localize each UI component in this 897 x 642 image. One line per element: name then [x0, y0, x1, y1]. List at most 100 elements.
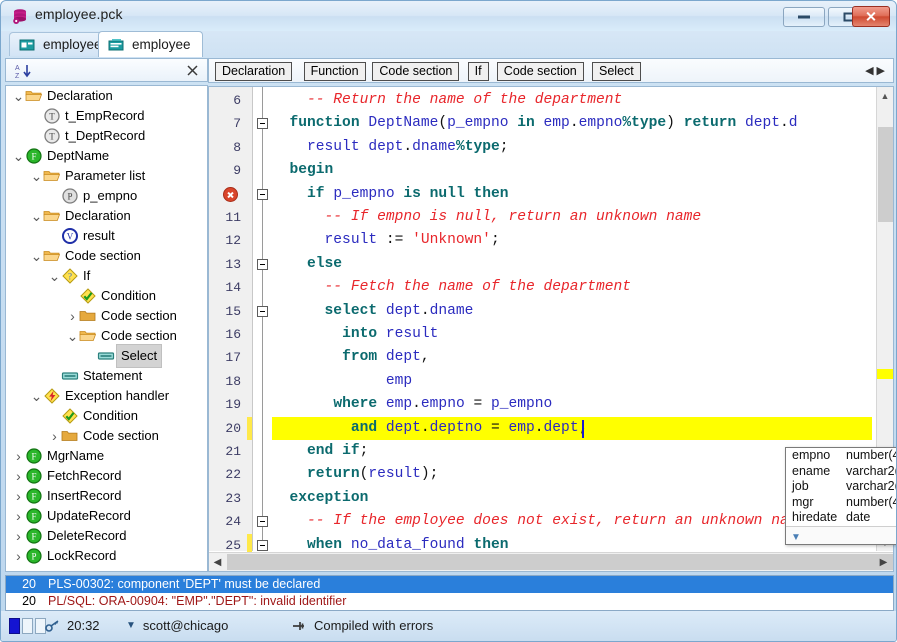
tree-node-code-section[interactable]: › Code section — [6, 306, 207, 326]
fold-toggle[interactable] — [257, 118, 268, 130]
code-line[interactable]: and dept.deptno = emp.dept; — [272, 416, 872, 440]
error-row[interactable]: 20 PLS-00302: component 'DEPT' must be de… — [6, 576, 893, 593]
chevron-right-icon[interactable]: › — [12, 526, 25, 546]
tree-node-mgrname[interactable]: › F MgrName — [6, 446, 207, 466]
tree-node-parameter-list[interactable]: ⌄ Parameter list — [6, 166, 207, 186]
sort-az-icon[interactable]: A Z — [15, 63, 33, 79]
autocomplete-list[interactable]: empno number(4) ename varchar2(10) job varcha… — [786, 448, 896, 525]
scroll-right-arrow[interactable]: ▶ — [875, 553, 892, 571]
chevron-right-icon[interactable]: › — [12, 466, 25, 486]
tree-node-deptname[interactable]: ⌄ F DeptName — [6, 146, 207, 166]
breadcrumb-scroll-arrows[interactable]: ◀▶ — [865, 64, 888, 77]
tree-node-insertrecord[interactable]: › F InsertRecord — [6, 486, 207, 506]
tree-node-fetchrecord[interactable]: › F FetchRecord — [6, 466, 207, 486]
code-line[interactable]: result dept.dname%type; — [272, 136, 876, 159]
tree-node-condition[interactable]: Condition — [6, 406, 207, 426]
chevron-right-icon[interactable]: › — [12, 446, 25, 466]
autocomplete-item[interactable]: job varchar2(9) — [786, 479, 896, 495]
chevron-down-icon[interactable]: ⌄ — [12, 146, 25, 166]
breadcrumb-select-5[interactable]: Select — [592, 62, 641, 81]
tree-node-t-deptrecord[interactable]: Tt_DeptRecord — [6, 126, 207, 146]
title-bar: employee.pck ✕ — [1, 1, 896, 31]
error-marker-icon[interactable] — [223, 186, 238, 202]
scroll-left-arrow[interactable]: ◀ — [209, 553, 226, 571]
code-line[interactable]: where emp.empno = p_empno — [272, 393, 876, 416]
chevron-down-icon[interactable]: ⌄ — [30, 166, 43, 186]
status-time[interactable]: 20:32 — [45, 618, 100, 633]
editor-horizontal-scrollbar[interactable]: ◀ ▶ — [209, 552, 893, 571]
autocomplete-item[interactable]: empno number(4) — [786, 448, 896, 464]
code-line[interactable]: into result — [272, 323, 876, 346]
tree-node-declaration[interactable]: ⌄ Declaration — [6, 86, 207, 106]
tree-node-code-section[interactable]: ⌄ Code section — [6, 326, 207, 346]
status-connection[interactable]: ▼ scott@chicago — [126, 618, 228, 633]
close-icon[interactable] — [184, 62, 201, 79]
chevron-down-icon[interactable]: ⌄ — [48, 266, 61, 286]
close-button[interactable]: ✕ — [852, 6, 890, 27]
tree-node-condition[interactable]: Condition — [6, 286, 207, 306]
scroll-up-arrow[interactable]: ▲ — [877, 87, 893, 104]
vertical-scroll-thumb[interactable] — [878, 127, 893, 222]
fold-toggle[interactable] — [257, 258, 268, 270]
fold-toggle[interactable] — [257, 188, 268, 200]
autocomplete-item[interactable]: ename varchar2(10) — [786, 464, 896, 480]
tree-node-lockrecord[interactable]: › P LockRecord — [6, 546, 207, 566]
chevron-right-icon[interactable]: › — [12, 506, 25, 526]
breadcrumb-if-3[interactable]: If — [467, 62, 489, 81]
code-line[interactable]: result := 'Unknown'; — [272, 229, 876, 252]
tree-node-code-section[interactable]: › Code section — [6, 426, 207, 446]
code-line[interactable]: begin — [272, 159, 876, 182]
autocomplete-item[interactable]: mgr number(4) — [786, 495, 896, 511]
breadcrumb-code-section-4[interactable]: Code section — [496, 62, 584, 81]
code-line[interactable]: else — [272, 253, 876, 276]
tab-employee-body[interactable]: employee — [98, 31, 203, 57]
code-line[interactable]: from dept, — [272, 346, 876, 369]
chevron-right-icon[interactable]: › — [48, 426, 61, 446]
autocomplete-item[interactable]: hiredate date — [786, 510, 896, 525]
tree-node-updaterecord[interactable]: › F UpdateRecord — [6, 506, 207, 526]
tree-node-statement[interactable]: Statement — [6, 366, 207, 386]
autocomplete-popup[interactable]: empno number(4) ename varchar2(10) job varcha… — [785, 447, 896, 545]
chevron-right-icon[interactable]: › — [12, 546, 25, 566]
code-line[interactable]: select dept.dname — [272, 300, 876, 323]
code-folding-gutter[interactable] — [254, 87, 272, 551]
horizontal-scroll-thumb[interactable] — [227, 554, 893, 570]
tree-node-if[interactable]: ⌄ ? If — [6, 266, 207, 286]
tree-node-p-empno[interactable]: Pp_empno — [6, 186, 207, 206]
breadcrumb-code-section-2[interactable]: Code section — [372, 62, 460, 81]
fold-toggle[interactable] — [257, 516, 268, 528]
error-row[interactable]: 20 PL/SQL: ORA-00904: "EMP"."DEPT": inval… — [6, 593, 893, 610]
code-line[interactable]: -- Return the name of the department — [272, 89, 876, 112]
chevron-down-icon[interactable]: ⌄ — [12, 86, 25, 106]
chevron-down-icon[interactable]: ⌄ — [30, 386, 43, 406]
code-line[interactable]: function DeptName(p_empno in emp.empno%t… — [272, 112, 876, 135]
tree-node-deleterecord[interactable]: › F DeleteRecord — [6, 526, 207, 546]
tree-node-result[interactable]: Vresult — [6, 226, 207, 246]
chevron-down-icon[interactable]: ⌄ — [66, 326, 79, 346]
minimize-button[interactable] — [783, 7, 825, 27]
tree-node-exception-handler[interactable]: ⌄ Exception handler — [6, 386, 207, 406]
chevron-down-icon[interactable]: ⌄ — [30, 206, 43, 226]
code-line[interactable]: if p_empno is null then — [272, 183, 876, 206]
package-spec-icon — [19, 38, 36, 52]
structure-tree[interactable]: ⌄ Declaration Tt_EmpRecord Tt_DeptRecord… — [5, 85, 208, 572]
tree-node-select[interactable]: Select — [6, 344, 207, 368]
chevron-right-icon[interactable]: › — [12, 486, 25, 506]
status-indicator-leds — [9, 618, 46, 634]
compiler-error-list[interactable]: 20 PLS-00302: component 'DEPT' must be de… — [5, 575, 894, 611]
breadcrumb-function-1[interactable]: Function — [303, 62, 366, 81]
tree-node-code-section[interactable]: ⌄ Code section — [6, 246, 207, 266]
fold-toggle[interactable] — [257, 539, 268, 551]
code-line[interactable]: -- Fetch the name of the department — [272, 276, 876, 299]
breadcrumb-declaration-0[interactable]: Declaration — [215, 62, 293, 81]
tree-node-declaration[interactable]: ⌄ Declaration — [6, 206, 207, 226]
chevron-right-icon[interactable]: › — [66, 306, 79, 326]
chevron-down-icon[interactable]: ▼ — [126, 620, 136, 631]
chevron-down-icon[interactable]: ▼ — [791, 532, 801, 543]
fold-toggle[interactable] — [257, 305, 268, 317]
code-line[interactable]: emp — [272, 370, 876, 393]
code-line[interactable]: -- If empno is null, return an unknown n… — [272, 206, 876, 229]
chevron-down-icon[interactable]: ⌄ — [30, 246, 43, 266]
tree-node-t-emprecord[interactable]: Tt_EmpRecord — [6, 106, 207, 126]
